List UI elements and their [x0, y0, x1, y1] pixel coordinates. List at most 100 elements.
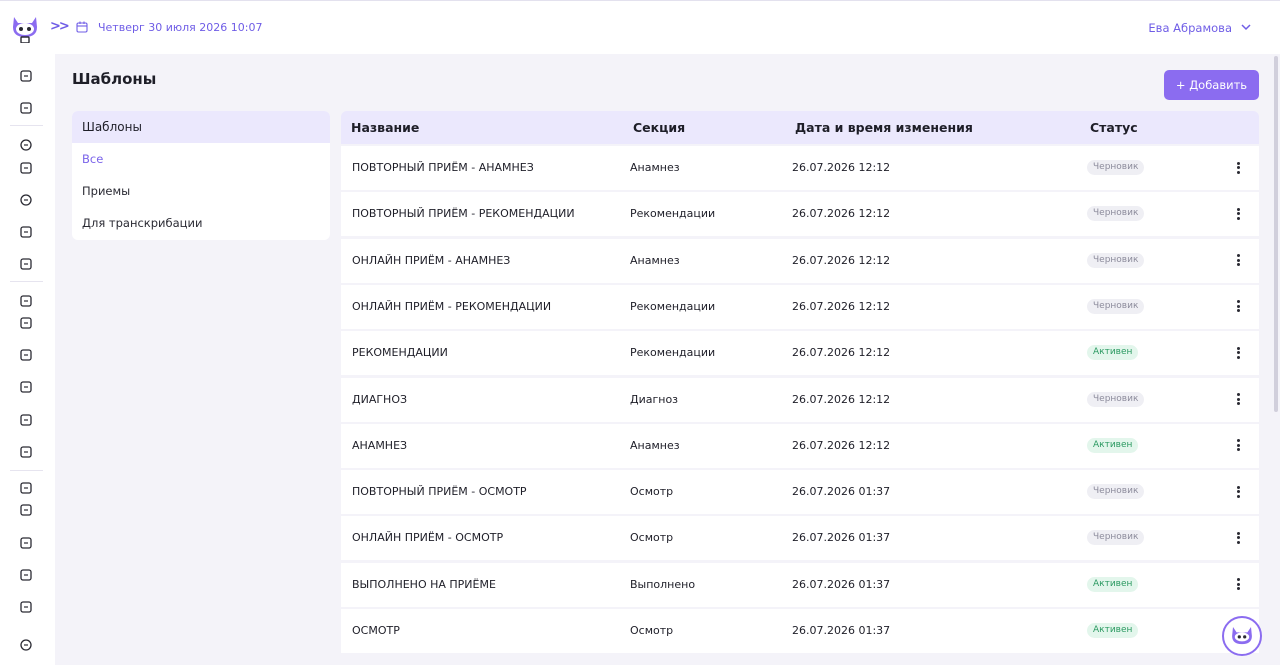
row-menu-icon[interactable] — [1234, 392, 1242, 408]
template-modified: 26.07.2026 12:12 — [792, 207, 891, 221]
template-modified: 26.07.2026 12:12 — [792, 299, 891, 313]
template-modified: 26.07.2026 01:37 — [792, 485, 891, 499]
column-modified[interactable]: Дата и время изменения — [795, 120, 973, 135]
template-section: Анамнез — [630, 161, 680, 174]
gear-icon[interactable] — [19, 638, 33, 652]
chevron-down-icon[interactable] — [1240, 21, 1252, 33]
bar-chart-icon[interactable] — [19, 294, 33, 308]
column-section[interactable]: Секция — [633, 120, 685, 135]
assistant-button[interactable] — [1222, 616, 1262, 656]
status-badge: Черновик — [1087, 391, 1145, 407]
template-section: Осмотр — [630, 485, 674, 499]
add-button-label: + Добавить — [1175, 78, 1248, 92]
template-section: Осмотр — [630, 531, 674, 545]
line-chart-icon[interactable] — [19, 348, 33, 362]
clipboard-icon[interactable] — [19, 225, 33, 239]
status-badge: Черновик — [1087, 484, 1145, 500]
template-filter-panel: Шаблоны Все Приемы Для транскрибации — [72, 111, 330, 240]
template-modified: 26.07.2026 01:37 — [792, 624, 891, 637]
calendar-icon[interactable] — [19, 536, 33, 550]
status-badge: Активен — [1087, 437, 1139, 453]
template-modified: 26.07.2026 12:12 — [792, 346, 891, 360]
template-modified: 26.07.2026 12:12 — [792, 392, 891, 406]
mascot-logo-icon[interactable] — [8, 13, 42, 43]
template-section: Диагноз — [630, 392, 679, 406]
template-name: АНАМНЕЗ — [352, 438, 408, 452]
row-menu-icon[interactable] — [1234, 206, 1242, 222]
nav-divider — [10, 125, 43, 126]
briefcase-icon[interactable] — [19, 600, 33, 614]
filter-item-all[interactable]: Все — [72, 143, 330, 175]
bag-icon[interactable] — [19, 568, 33, 582]
status-badge: Активен — [1087, 345, 1139, 361]
filter-item-transcription[interactable]: Для транскрибации — [72, 207, 330, 239]
user-menu[interactable]: Ева Абрамова — [1148, 21, 1232, 35]
template-section: Рекомендации — [630, 346, 716, 360]
scrollbar-thumb[interactable] — [1274, 56, 1278, 412]
table-row[interactable]: АНАМНЕЗ Анамнез 26.07.2026 12:12 Активен — [341, 423, 1259, 468]
add-template-button[interactable]: + Добавить — [1164, 70, 1259, 100]
expand-sidebar-icon[interactable]: >> — [50, 19, 70, 34]
table-row[interactable]: ДИАГНОЗ Диагноз 26.07.2026 12:12 Черновик — [341, 377, 1259, 422]
row-menu-icon[interactable] — [1234, 577, 1242, 593]
filter-panel-title: Шаблоны — [72, 111, 330, 143]
template-section: Выполнено — [630, 577, 696, 591]
table-row[interactable]: ПОВТОРНЫЙ ПРИЁМ - АНАМНЕЗ Анамнез 26.07.20… — [341, 146, 1259, 190]
template-section: Рекомендации — [630, 207, 716, 221]
column-status[interactable]: Статус — [1090, 120, 1138, 135]
row-menu-icon[interactable] — [1234, 438, 1242, 454]
template-section: Анамнез — [630, 253, 680, 267]
status-badge: Черновик — [1087, 160, 1145, 175]
table-row[interactable]: ОНЛАЙН ПРИЁМ - АНАМНЕЗ Анамнез 26.07.2026 … — [341, 238, 1259, 283]
phone-icon[interactable] — [19, 138, 33, 152]
table-row[interactable]: ПОВТОРНЫЙ ПРИЁМ - РЕКОМЕНДАЦИИ Рекомендац… — [341, 192, 1259, 237]
settings-square-icon[interactable] — [19, 481, 33, 495]
side-nav — [0, 54, 55, 665]
template-name: ОСМОТР — [352, 624, 400, 637]
row-menu-icon[interactable] — [1234, 253, 1242, 269]
column-name[interactable]: Название — [351, 120, 419, 135]
mascot-icon — [1232, 627, 1252, 645]
template-name: ПОВТОРНЫЙ ПРИЁМ - АНАМНЕЗ — [352, 161, 534, 174]
calendar-icon — [76, 21, 88, 33]
template-modified: 26.07.2026 01:37 — [792, 577, 891, 591]
document-icon[interactable] — [19, 161, 33, 175]
status-badge: Активен — [1087, 576, 1139, 592]
archive-icon[interactable] — [19, 69, 33, 83]
document-check-icon[interactable] — [19, 445, 33, 459]
row-menu-icon[interactable] — [1234, 160, 1242, 176]
file-icon[interactable] — [19, 380, 33, 394]
row-menu-icon[interactable] — [1234, 530, 1242, 546]
template-section: Осмотр — [630, 624, 674, 637]
nav-divider — [10, 281, 43, 282]
template-modified: 26.07.2026 12:12 — [792, 438, 891, 452]
row-menu-icon[interactable] — [1234, 484, 1242, 500]
phone-icon[interactable] — [19, 193, 33, 207]
status-badge: Черновик — [1087, 206, 1145, 222]
status-badge: Черновик — [1087, 252, 1145, 268]
template-modified: 26.07.2026 12:12 — [792, 253, 891, 267]
row-menu-icon[interactable] — [1234, 345, 1242, 361]
table-row[interactable]: РЕКОМЕНДАЦИИ Рекомендации 26.07.2026 12:12… — [341, 331, 1259, 376]
status-badge: Черновик — [1087, 298, 1145, 314]
inbox-icon[interactable] — [19, 101, 33, 115]
template-name: ПОВТОРНЫЙ ПРИЁМ - РЕКОМЕНДАЦИИ — [352, 207, 575, 221]
page-title: Шаблоны — [72, 70, 157, 88]
building-chart-icon[interactable] — [19, 413, 33, 427]
template-name: ВЫПОЛНЕНО НА ПРИЁМЕ — [352, 577, 496, 591]
template-name: ОНЛАЙН ПРИЁМ - ОСМОТР — [352, 531, 504, 545]
table-row[interactable]: ПОВТОРНЫЙ ПРИЁМ - ОСМОТР Осмотр 26.07.2026… — [341, 470, 1259, 515]
filter-item-appointments[interactable]: Приемы — [72, 175, 330, 207]
template-section: Анамнез — [630, 438, 680, 452]
mail-icon[interactable] — [19, 257, 33, 271]
table-row[interactable]: ОНЛАЙН ПРИЁМ - РЕКОМЕНДАЦИИ Рекомендации 2… — [341, 284, 1259, 329]
table-header: Название Секция Дата и время изменения С… — [341, 111, 1259, 144]
row-menu-icon[interactable] — [1234, 299, 1242, 315]
table-row[interactable]: ОНЛАЙН ПРИЁМ - ОСМОТР Осмотр 26.07.2026 01… — [341, 516, 1259, 561]
status-badge: Активен — [1087, 623, 1139, 638]
template-modified: 26.07.2026 01:37 — [792, 531, 891, 545]
table-row[interactable]: ОСМОТР Осмотр 26.07.2026 01:37 Активен — [341, 609, 1259, 653]
users-icon[interactable] — [19, 503, 33, 517]
table-row[interactable]: ВЫПОЛНЕНО НА ПРИЁМЕ Выполнено 26.07.2026 0… — [341, 562, 1259, 607]
pie-chart-icon[interactable] — [19, 316, 33, 330]
